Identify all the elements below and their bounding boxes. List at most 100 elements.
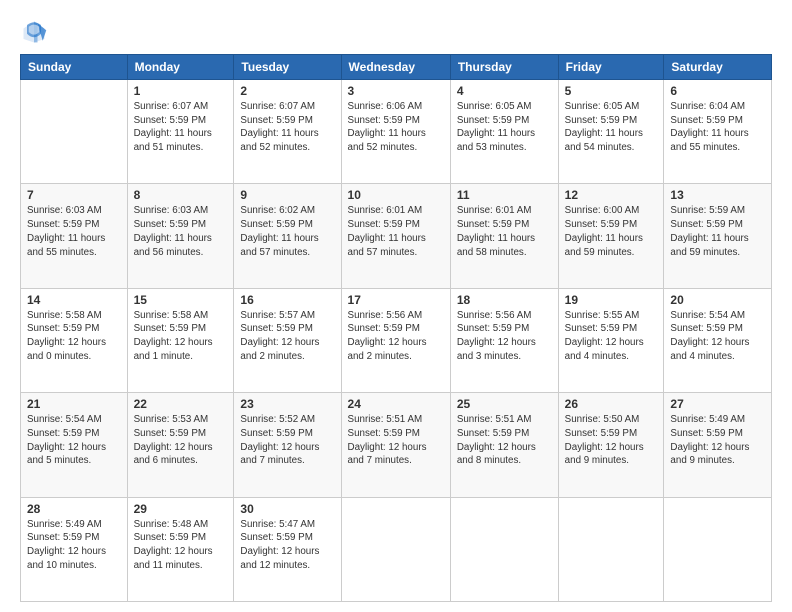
day-info: Sunrise: 5:57 AM Sunset: 5:59 PM Dayligh… bbox=[240, 309, 334, 364]
day-number: 11 bbox=[457, 188, 552, 202]
day-number: 3 bbox=[348, 84, 444, 98]
day-number: 10 bbox=[348, 188, 444, 202]
day-cell: 15 Sunrise: 5:58 AM Sunset: 5:59 PM Dayli… bbox=[127, 288, 234, 392]
day-cell: 6 Sunrise: 6:04 AM Sunset: 5:59 PM Daylig… bbox=[664, 80, 772, 184]
day-number: 22 bbox=[134, 397, 228, 411]
calendar-table: SundayMondayTuesdayWednesdayThursdayFrid… bbox=[20, 54, 772, 602]
day-number: 24 bbox=[348, 397, 444, 411]
day-info: Sunrise: 6:03 AM Sunset: 5:59 PM Dayligh… bbox=[134, 204, 228, 259]
day-number: 2 bbox=[240, 84, 334, 98]
day-info: Sunrise: 5:53 AM Sunset: 5:59 PM Dayligh… bbox=[134, 413, 228, 468]
day-info: Sunrise: 5:54 AM Sunset: 5:59 PM Dayligh… bbox=[27, 413, 121, 468]
day-number: 1 bbox=[134, 84, 228, 98]
day-info: Sunrise: 6:01 AM Sunset: 5:59 PM Dayligh… bbox=[457, 204, 552, 259]
header-cell-tuesday: Tuesday bbox=[234, 55, 341, 80]
day-number: 14 bbox=[27, 293, 121, 307]
day-cell: 1 Sunrise: 6:07 AM Sunset: 5:59 PM Daylig… bbox=[127, 80, 234, 184]
header-cell-saturday: Saturday bbox=[664, 55, 772, 80]
day-info: Sunrise: 5:47 AM Sunset: 5:59 PM Dayligh… bbox=[240, 518, 334, 573]
header bbox=[20, 18, 772, 46]
day-cell: 20Sunrise: 5:54 AM Sunset: 5:59 PM Dayli… bbox=[664, 288, 772, 392]
day-cell: 3 Sunrise: 6:06 AM Sunset: 5:59 PM Daylig… bbox=[341, 80, 450, 184]
day-number: 20 bbox=[670, 293, 765, 307]
day-info: Sunrise: 6:06 AM Sunset: 5:59 PM Dayligh… bbox=[348, 100, 444, 155]
day-number: 16 bbox=[240, 293, 334, 307]
day-info: Sunrise: 5:55 AM Sunset: 5:59 PM Dayligh… bbox=[565, 309, 658, 364]
day-cell bbox=[341, 497, 450, 601]
day-cell: 29 Sunrise: 5:48 AM Sunset: 5:59 PM Dayli… bbox=[127, 497, 234, 601]
day-cell: 21 Sunrise: 5:54 AM Sunset: 5:59 PM Dayli… bbox=[21, 393, 128, 497]
header-cell-sunday: Sunday bbox=[21, 55, 128, 80]
day-cell: 10 Sunrise: 6:01 AM Sunset: 5:59 PM Dayli… bbox=[341, 184, 450, 288]
day-info: Sunrise: 6:07 AM Sunset: 5:59 PM Dayligh… bbox=[240, 100, 334, 155]
day-cell: 5 Sunrise: 6:05 AM Sunset: 5:59 PM Daylig… bbox=[558, 80, 664, 184]
day-info: Sunrise: 6:05 AM Sunset: 5:59 PM Dayligh… bbox=[457, 100, 552, 155]
day-info: Sunrise: 6:05 AM Sunset: 5:59 PM Dayligh… bbox=[565, 100, 658, 155]
day-cell: 26 Sunrise: 5:50 AM Sunset: 5:59 PM Dayli… bbox=[558, 393, 664, 497]
day-number: 7 bbox=[27, 188, 121, 202]
day-info: Sunrise: 5:56 AM Sunset: 5:59 PM Dayligh… bbox=[457, 309, 552, 364]
calendar-page: SundayMondayTuesdayWednesdayThursdayFrid… bbox=[0, 0, 792, 612]
day-cell: 2 Sunrise: 6:07 AM Sunset: 5:59 PM Daylig… bbox=[234, 80, 341, 184]
day-info: Sunrise: 5:49 AM Sunset: 5:59 PM Dayligh… bbox=[27, 518, 121, 573]
day-number: 27 bbox=[670, 397, 765, 411]
day-info: Sunrise: 5:48 AM Sunset: 5:59 PM Dayligh… bbox=[134, 518, 228, 573]
week-row-5: 28 Sunrise: 5:49 AM Sunset: 5:59 PM Dayli… bbox=[21, 497, 772, 601]
day-number: 29 bbox=[134, 502, 228, 516]
day-number: 19 bbox=[565, 293, 658, 307]
day-number: 23 bbox=[240, 397, 334, 411]
day-number: 4 bbox=[457, 84, 552, 98]
day-info: Sunrise: 5:58 AM Sunset: 5:59 PM Dayligh… bbox=[134, 309, 228, 364]
day-cell bbox=[664, 497, 772, 601]
day-cell: 12 Sunrise: 6:00 AM Sunset: 5:59 PM Dayli… bbox=[558, 184, 664, 288]
day-number: 28 bbox=[27, 502, 121, 516]
day-info: Sunrise: 6:04 AM Sunset: 5:59 PM Dayligh… bbox=[670, 100, 765, 155]
day-info: Sunrise: 6:02 AM Sunset: 5:59 PM Dayligh… bbox=[240, 204, 334, 259]
day-info: Sunrise: 6:03 AM Sunset: 5:59 PM Dayligh… bbox=[27, 204, 121, 259]
day-cell: 18 Sunrise: 5:56 AM Sunset: 5:59 PM Dayli… bbox=[450, 288, 558, 392]
day-number: 21 bbox=[27, 397, 121, 411]
day-number: 12 bbox=[565, 188, 658, 202]
day-number: 13 bbox=[670, 188, 765, 202]
day-cell: 23Sunrise: 5:52 AM Sunset: 5:59 PM Dayli… bbox=[234, 393, 341, 497]
day-number: 17 bbox=[348, 293, 444, 307]
week-row-1: 1 Sunrise: 6:07 AM Sunset: 5:59 PM Daylig… bbox=[21, 80, 772, 184]
logo-icon bbox=[20, 18, 48, 46]
day-number: 5 bbox=[565, 84, 658, 98]
day-cell: 8 Sunrise: 6:03 AM Sunset: 5:59 PM Daylig… bbox=[127, 184, 234, 288]
day-number: 18 bbox=[457, 293, 552, 307]
day-info: Sunrise: 5:58 AM Sunset: 5:59 PM Dayligh… bbox=[27, 309, 121, 364]
header-cell-thursday: Thursday bbox=[450, 55, 558, 80]
day-cell: 13 Sunrise: 5:59 AM Sunset: 5:59 PM Dayli… bbox=[664, 184, 772, 288]
day-number: 30 bbox=[240, 502, 334, 516]
day-info: Sunrise: 5:51 AM Sunset: 5:59 PM Dayligh… bbox=[348, 413, 444, 468]
day-cell: 9Sunrise: 6:02 AM Sunset: 5:59 PM Daylig… bbox=[234, 184, 341, 288]
day-cell: 22 Sunrise: 5:53 AM Sunset: 5:59 PM Dayli… bbox=[127, 393, 234, 497]
header-cell-wednesday: Wednesday bbox=[341, 55, 450, 80]
day-info: Sunrise: 5:59 AM Sunset: 5:59 PM Dayligh… bbox=[670, 204, 765, 259]
day-cell: 7 Sunrise: 6:03 AM Sunset: 5:59 PM Daylig… bbox=[21, 184, 128, 288]
day-number: 25 bbox=[457, 397, 552, 411]
day-info: Sunrise: 6:01 AM Sunset: 5:59 PM Dayligh… bbox=[348, 204, 444, 259]
day-cell: 11 Sunrise: 6:01 AM Sunset: 5:59 PM Dayli… bbox=[450, 184, 558, 288]
day-number: 6 bbox=[670, 84, 765, 98]
day-info: Sunrise: 5:49 AM Sunset: 5:59 PM Dayligh… bbox=[670, 413, 765, 468]
day-cell: 16 Sunrise: 5:57 AM Sunset: 5:59 PM Dayli… bbox=[234, 288, 341, 392]
day-cell: 30 Sunrise: 5:47 AM Sunset: 5:59 PM Dayli… bbox=[234, 497, 341, 601]
day-info: Sunrise: 5:56 AM Sunset: 5:59 PM Dayligh… bbox=[348, 309, 444, 364]
day-cell bbox=[558, 497, 664, 601]
day-cell: 28 Sunrise: 5:49 AM Sunset: 5:59 PM Dayli… bbox=[21, 497, 128, 601]
day-number: 8 bbox=[134, 188, 228, 202]
header-cell-monday: Monday bbox=[127, 55, 234, 80]
day-cell: 17 Sunrise: 5:56 AM Sunset: 5:59 PM Dayli… bbox=[341, 288, 450, 392]
day-cell: 4 Sunrise: 6:05 AM Sunset: 5:59 PM Daylig… bbox=[450, 80, 558, 184]
day-info: Sunrise: 6:07 AM Sunset: 5:59 PM Dayligh… bbox=[134, 100, 228, 155]
day-cell: 24 Sunrise: 5:51 AM Sunset: 5:59 PM Dayli… bbox=[341, 393, 450, 497]
day-info: Sunrise: 5:50 AM Sunset: 5:59 PM Dayligh… bbox=[565, 413, 658, 468]
day-cell: 14 Sunrise: 5:58 AM Sunset: 5:59 PM Dayli… bbox=[21, 288, 128, 392]
day-number: 15 bbox=[134, 293, 228, 307]
day-cell: 25Sunrise: 5:51 AM Sunset: 5:59 PM Dayli… bbox=[450, 393, 558, 497]
week-row-3: 14 Sunrise: 5:58 AM Sunset: 5:59 PM Dayli… bbox=[21, 288, 772, 392]
day-number: 26 bbox=[565, 397, 658, 411]
day-info: Sunrise: 6:00 AM Sunset: 5:59 PM Dayligh… bbox=[565, 204, 658, 259]
